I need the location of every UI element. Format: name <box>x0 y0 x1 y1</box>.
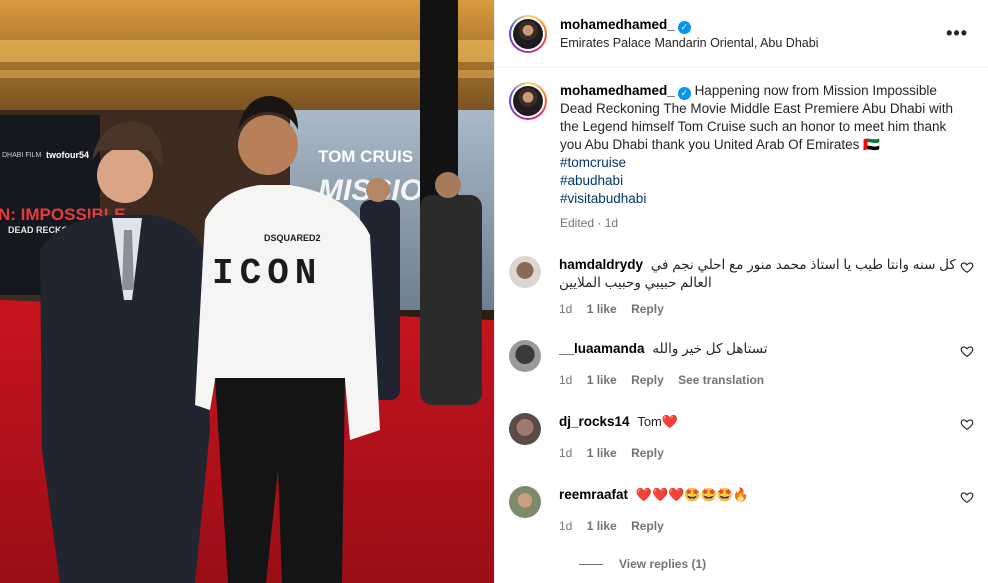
commenter-avatar[interactable] <box>509 413 541 445</box>
edited-timestamp: Edited · 1d <box>560 216 619 230</box>
see-translation-button[interactable]: See translation <box>678 373 764 387</box>
comment-likes[interactable]: 1 like <box>587 373 617 387</box>
comment-text: Tom❤️ <box>637 414 679 429</box>
commenter-avatar[interactable] <box>509 340 541 372</box>
reply-button[interactable]: Reply <box>631 302 664 316</box>
banner-title: TOM CRUIS <box>318 147 413 166</box>
verified-badge-icon: ✓ <box>677 20 691 34</box>
photo-illustration: TOM CRUIS MISSIO N: IMPOSSIBLE DEAD RECK… <box>0 0 494 583</box>
author-username[interactable]: mohamedhamed_ <box>560 17 675 32</box>
commenter-avatar[interactable] <box>509 486 541 518</box>
comment-username[interactable]: reemraafat <box>559 487 628 502</box>
comment-username[interactable]: hamdaldrydy <box>559 257 643 272</box>
verified-badge-icon: ✓ <box>677 87 691 100</box>
hashtag-link[interactable]: #tomcruise <box>560 154 960 172</box>
comment-item: hamdaldrydy كل سنه وانتا طيب يا استاذ مح… <box>509 256 974 318</box>
poster-logo-right: twofour54 <box>46 150 89 160</box>
hashtag-link[interactable]: #abudhabi <box>560 172 960 190</box>
comment-username[interactable]: __luaamanda <box>559 341 645 356</box>
like-heart-icon[interactable] <box>960 344 974 358</box>
comment-likes[interactable]: 1 like <box>587 302 617 316</box>
shirt-print: ICON <box>212 253 322 294</box>
comment-meta: 1d 1 like Reply <box>559 300 974 318</box>
post-photo[interactable]: TOM CRUIS MISSIO N: IMPOSSIBLE DEAD RECK… <box>0 0 494 583</box>
comments-list: hamdaldrydy كل سنه وانتا طيب يا استاذ مح… <box>495 256 988 571</box>
shirt-brand: DSQUARED2 <box>264 233 321 243</box>
comment-meta: 1d 1 like Reply <box>559 444 974 462</box>
more-options-icon[interactable]: ••• <box>940 23 974 44</box>
reply-button[interactable]: Reply <box>631 519 664 533</box>
hashtag-link[interactable]: #visitabudhabi <box>560 190 960 208</box>
comment-likes[interactable]: 1 like <box>587 519 617 533</box>
comment-time: 1d <box>559 446 573 460</box>
like-heart-icon[interactable] <box>960 417 974 431</box>
author-avatar[interactable] <box>509 14 547 53</box>
post-details-panel: mohamedhamed_ ✓ Emirates Palace Mandarin … <box>494 0 988 583</box>
view-replies-button[interactable]: View replies (1) <box>579 557 974 571</box>
comment-meta: 1d 1 like Reply See translation <box>559 371 974 389</box>
comment-text: تستاهل كل خير والله <box>652 341 768 356</box>
poster-logo-left: DHABI FILM <box>2 152 41 159</box>
comment-time: 1d <box>559 373 573 387</box>
view-replies-label: View replies (1) <box>619 557 707 571</box>
post-header: mohamedhamed_ ✓ Emirates Palace Mandarin … <box>495 0 988 68</box>
reply-button[interactable]: Reply <box>631 373 664 387</box>
comment-item: dj_rocks14 Tom❤️ 1d 1 like Reply <box>509 413 974 462</box>
comment-time: 1d <box>559 302 573 316</box>
post-view: TOM CRUIS MISSIO N: IMPOSSIBLE DEAD RECK… <box>0 0 988 583</box>
like-heart-icon[interactable] <box>960 490 974 504</box>
comment-username[interactable]: dj_rocks14 <box>559 414 630 429</box>
comment-meta: 1d 1 like Reply <box>559 517 974 535</box>
comment-likes[interactable]: 1 like <box>587 446 617 460</box>
caption-username[interactable]: mohamedhamed_ <box>560 83 675 98</box>
author-info: mohamedhamed_ ✓ Emirates Palace Mandarin … <box>560 16 940 52</box>
caption-avatar[interactable] <box>509 82 547 120</box>
like-heart-icon[interactable] <box>960 260 974 274</box>
comment-item: __luaamanda تستاهل كل خير والله 1d 1 lik… <box>509 340 974 389</box>
comment-text: ❤️❤️❤️🤩🤩🤩🔥 <box>635 487 750 502</box>
comment-item: reemraafat ❤️❤️❤️🤩🤩🤩🔥 1d 1 like Reply <box>509 486 974 535</box>
replies-divider <box>579 563 603 565</box>
comment-time: 1d <box>559 519 573 533</box>
reply-button[interactable]: Reply <box>631 446 664 460</box>
commenter-avatar[interactable] <box>509 256 541 288</box>
post-location[interactable]: Emirates Palace Mandarin Oriental, Abu D… <box>560 34 940 52</box>
post-caption: mohamedhamed_ ✓ Happening now from Missio… <box>495 68 988 232</box>
